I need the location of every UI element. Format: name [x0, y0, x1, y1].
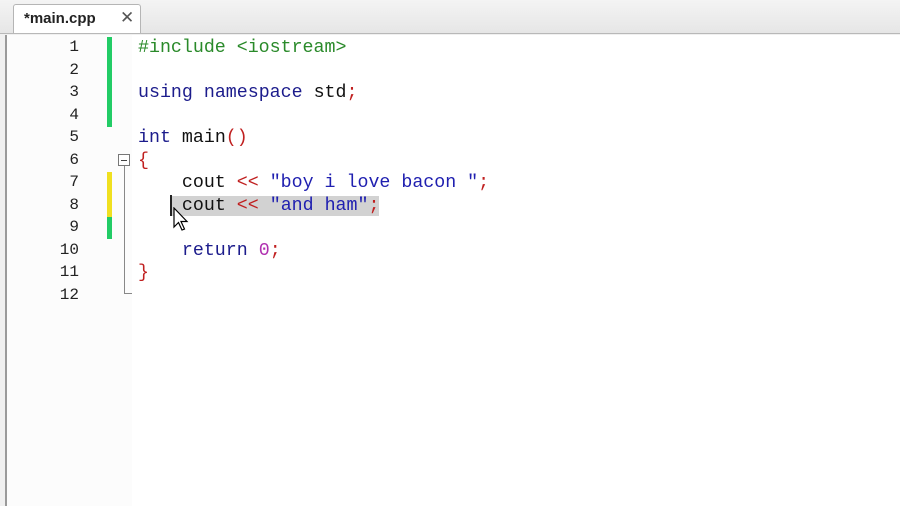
keyword: using: [138, 83, 193, 103]
code-line-5: int main(): [138, 127, 248, 149]
fold-end: [124, 293, 132, 294]
fold-line: [124, 166, 125, 294]
keyword: int: [138, 128, 171, 148]
operator: ;: [368, 195, 380, 216]
line-number: 11: [59, 263, 79, 281]
mouse-pointer-icon: [173, 207, 189, 231]
line-number: 4: [69, 105, 79, 124]
line-number: 6: [69, 150, 79, 169]
line-number: 7: [69, 173, 79, 191]
operator: ;: [269, 240, 281, 261]
tab-label: *main.cpp: [24, 10, 96, 27]
preprocessor: #include <iostream>: [138, 38, 347, 58]
tab-bar: *main.cpp ✕: [0, 0, 900, 34]
operator: ;: [478, 173, 490, 193]
number: 0: [258, 240, 270, 261]
text-caret: [170, 195, 172, 216]
line-number: 1: [69, 38, 79, 56]
string: "boy i love bacon ": [269, 173, 479, 193]
unsaved-change-marker: [107, 172, 112, 217]
code-line-11: }: [138, 262, 149, 284]
operator: {: [138, 150, 149, 171]
code-line-1: #include <iostream>: [138, 37, 346, 59]
code-line-10: return 0;: [138, 240, 281, 262]
saved-change-marker: [107, 37, 112, 127]
keyword: namespace: [203, 83, 303, 103]
operator: <<: [236, 173, 259, 193]
identifier: std: [313, 83, 347, 103]
line-number: 2: [69, 60, 79, 79]
operator: ;: [346, 83, 358, 103]
identifier: cout: [181, 173, 226, 193]
string: "and ham": [269, 195, 369, 216]
operator: (): [225, 128, 248, 148]
saved-change-marker: [107, 217, 112, 239]
operator: <<: [236, 195, 259, 216]
identifier: main: [181, 128, 226, 148]
line-number: 8: [69, 195, 79, 214]
close-icon[interactable]: ✕: [120, 8, 134, 28]
line-number: 9: [69, 218, 79, 236]
code-line-6: {: [138, 150, 149, 172]
selection: cout << "and ham";: [170, 195, 380, 216]
line-number: 3: [69, 83, 79, 101]
line-number: 10: [59, 240, 79, 259]
code-editor[interactable]: 1 2 3 4 5 6 7 8 9 10 11 12 #include <ios…: [5, 35, 900, 506]
fold-toggle-icon[interactable]: [118, 154, 130, 166]
line-number: 5: [69, 128, 79, 146]
keyword: return: [181, 240, 248, 261]
operator: }: [138, 263, 149, 283]
code-line-7: cout << "boy i love bacon ";: [138, 172, 489, 194]
code-line-3: using namespace std;: [138, 82, 357, 104]
tab-main-cpp[interactable]: *main.cpp ✕: [13, 4, 141, 33]
line-number: 12: [59, 285, 79, 304]
